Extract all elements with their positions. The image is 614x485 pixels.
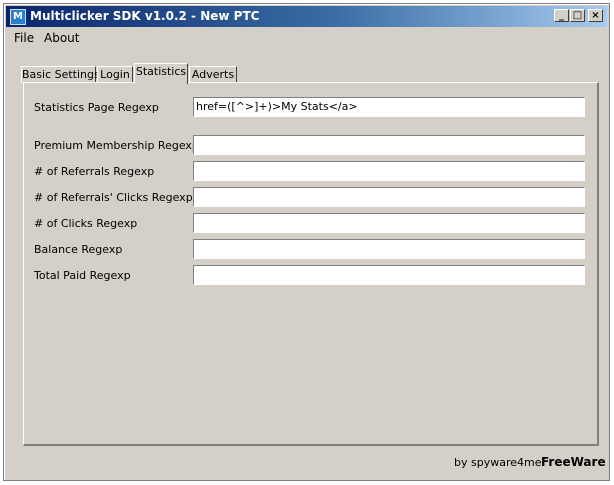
app-window: M Multiclicker SDK v1.0.2 - New PTC _ □ … <box>3 3 610 481</box>
license-text: FreeWare <box>541 455 606 469</box>
clicks-regexp-label: # of Clicks Regexp <box>34 217 138 230</box>
close-button[interactable]: × <box>588 9 603 22</box>
window-title: Multiclicker SDK v1.0.2 - New PTC <box>30 9 260 23</box>
menu-file[interactable]: File <box>14 31 34 45</box>
referrals-clicks-regexp-label: # of Referrals' Clicks Regexp <box>34 191 193 204</box>
tab-adverts[interactable]: Adverts <box>189 66 237 83</box>
balance-regexp-input[interactable] <box>193 239 585 259</box>
total-paid-regexp-input[interactable] <box>193 265 585 285</box>
total-paid-regexp-label: Total Paid Regexp <box>34 269 131 282</box>
balance-regexp-label: Balance Regexp <box>34 243 123 256</box>
clicks-regexp-input[interactable] <box>193 213 585 233</box>
maximize-button[interactable]: □ <box>570 9 585 22</box>
statistics-page-regexp-input[interactable]: href=([^>]+)>My Stats</a> <box>193 97 585 117</box>
tab-login[interactable]: Login <box>97 66 133 83</box>
credit-text: by spyware4me <box>454 456 542 469</box>
referrals-regexp-input[interactable] <box>193 161 585 181</box>
referrals-clicks-regexp-input[interactable] <box>193 187 585 207</box>
menu-about[interactable]: About <box>44 31 79 45</box>
menu-bar: File About <box>6 28 607 47</box>
tab-basic-settings[interactable]: Basic Settings <box>21 66 100 83</box>
statistics-page-regexp-label: Statistics Page Regexp <box>34 101 159 114</box>
title-bar[interactable]: M Multiclicker SDK v1.0.2 - New PTC _ □ … <box>6 6 607 27</box>
referrals-regexp-label: # of Referrals Regexp <box>34 165 155 178</box>
tab-statistics[interactable]: Statistics <box>134 63 188 84</box>
statistics-panel: Statistics Page Regexp href=([^>]+)>My S… <box>23 82 599 446</box>
premium-membership-regexp-label: Premium Membership Regexp <box>34 139 199 152</box>
premium-membership-regexp-input[interactable] <box>193 135 585 155</box>
app-icon: M <box>10 9 26 25</box>
minimize-button[interactable]: _ <box>554 9 569 22</box>
